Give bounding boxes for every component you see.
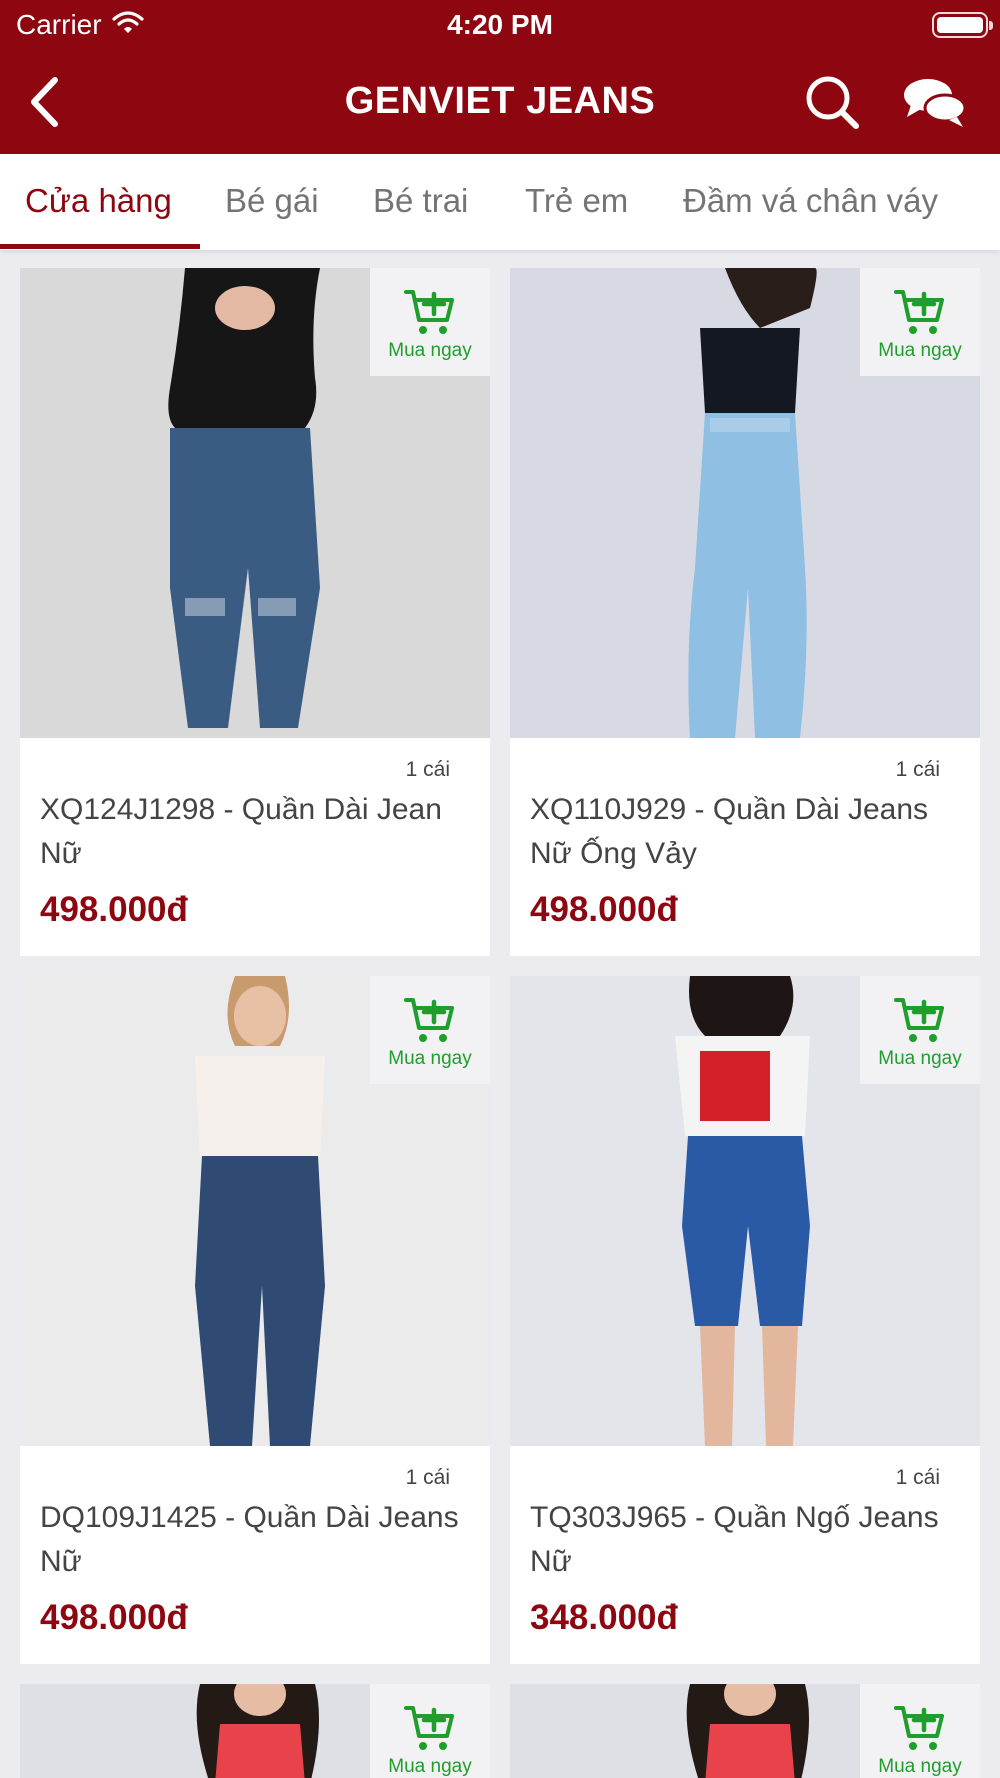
quantity-label: 1 cái [895, 758, 940, 781]
cart-plus-icon [404, 998, 454, 1042]
buy-now-button[interactable]: Mua ngay [370, 268, 490, 376]
product-image[interactable]: Mua ngay [20, 268, 490, 738]
product-price: 498.000đ [40, 1598, 188, 1637]
navigation-bar: GENVIET JEANS [0, 64, 1000, 140]
tab-cua-hang[interactable]: Cửa hàng [25, 182, 172, 220]
buy-now-label: Mua ngay [878, 1756, 962, 1777]
buy-now-button[interactable]: Mua ngay [370, 1684, 490, 1778]
product-name: DQ109J1425 - Quần Dài Jeans Nữ [40, 1501, 459, 1578]
buy-now-label: Mua ngay [878, 340, 962, 361]
tab-tre-em[interactable]: Trẻ em [525, 182, 628, 220]
quantity-label: 1 cái [405, 1466, 450, 1489]
active-tab-indicator [0, 244, 200, 249]
product-card[interactable]: Mua ngay [20, 1684, 490, 1778]
product-image[interactable]: Mua ngay [510, 268, 980, 738]
product-image[interactable]: Mua ngay [510, 976, 980, 1446]
tab-be-trai[interactable]: Bé trai [373, 182, 468, 220]
quantity-label: 1 cái [895, 1466, 940, 1489]
product-price: 348.000đ [530, 1598, 678, 1637]
chat-button[interactable] [895, 70, 973, 134]
cart-plus-icon [404, 1706, 454, 1750]
product-price: 498.000đ [530, 890, 678, 929]
product-card[interactable]: Mua ngay 1 cái XQ124J1298 - Quần Dài Jea… [20, 268, 490, 956]
product-name: TQ303J965 - Quần Ngố Jeans Nữ [530, 1501, 939, 1578]
buy-now-button[interactable]: Mua ngay [860, 1684, 980, 1778]
buy-now-button[interactable]: Mua ngay [370, 976, 490, 1084]
cart-plus-icon [404, 290, 454, 334]
buy-now-label: Mua ngay [388, 1756, 472, 1777]
top-bar: Carrier 4:20 PM GENVIET JEANS [0, 0, 1000, 154]
buy-now-label: Mua ngay [388, 340, 472, 361]
buy-now-label: Mua ngay [388, 1048, 472, 1069]
cart-plus-icon [894, 290, 944, 334]
product-name: XQ110J929 - Quần Dài Jeans Nữ Ống Vảy [530, 793, 929, 870]
quantity-label: 1 cái [405, 758, 450, 781]
chat-bubbles-icon [904, 79, 967, 127]
status-time: 4:20 PM [447, 9, 553, 40]
buy-now-label: Mua ngay [878, 1048, 962, 1069]
cart-plus-icon [894, 998, 944, 1042]
product-card[interactable]: Mua ngay 1 cái DQ109J1425 - Quần Dài Jea… [20, 976, 490, 1664]
search-icon [806, 76, 859, 129]
product-name: XQ124J1298 - Quần Dài Jean Nữ [40, 793, 442, 870]
status-bar: Carrier 4:20 PM [0, 0, 1000, 52]
product-image[interactable]: Mua ngay [20, 976, 490, 1446]
search-button[interactable] [800, 70, 864, 134]
cart-plus-icon [894, 1706, 944, 1750]
product-card[interactable]: Mua ngay 1 cái XQ110J929 - Quần Dài Jean… [510, 268, 980, 956]
tab-be-gai[interactable]: Bé gái [225, 182, 319, 220]
buy-now-button[interactable]: Mua ngay [860, 268, 980, 376]
product-price: 498.000đ [40, 890, 188, 929]
battery-icon [932, 12, 993, 38]
buy-now-button[interactable]: Mua ngay [860, 976, 980, 1084]
category-tabs: Cửa hàng Bé gái Bé trai Trẻ em Đầm vá ch… [0, 154, 1000, 250]
product-card[interactable]: Mua ngay [510, 1684, 980, 1778]
product-card[interactable]: Mua ngay 1 cái TQ303J965 - Quần Ngố Jean… [510, 976, 980, 1664]
tab-dam-va-chan-vay[interactable]: Đầm vá chân váy [683, 182, 938, 220]
